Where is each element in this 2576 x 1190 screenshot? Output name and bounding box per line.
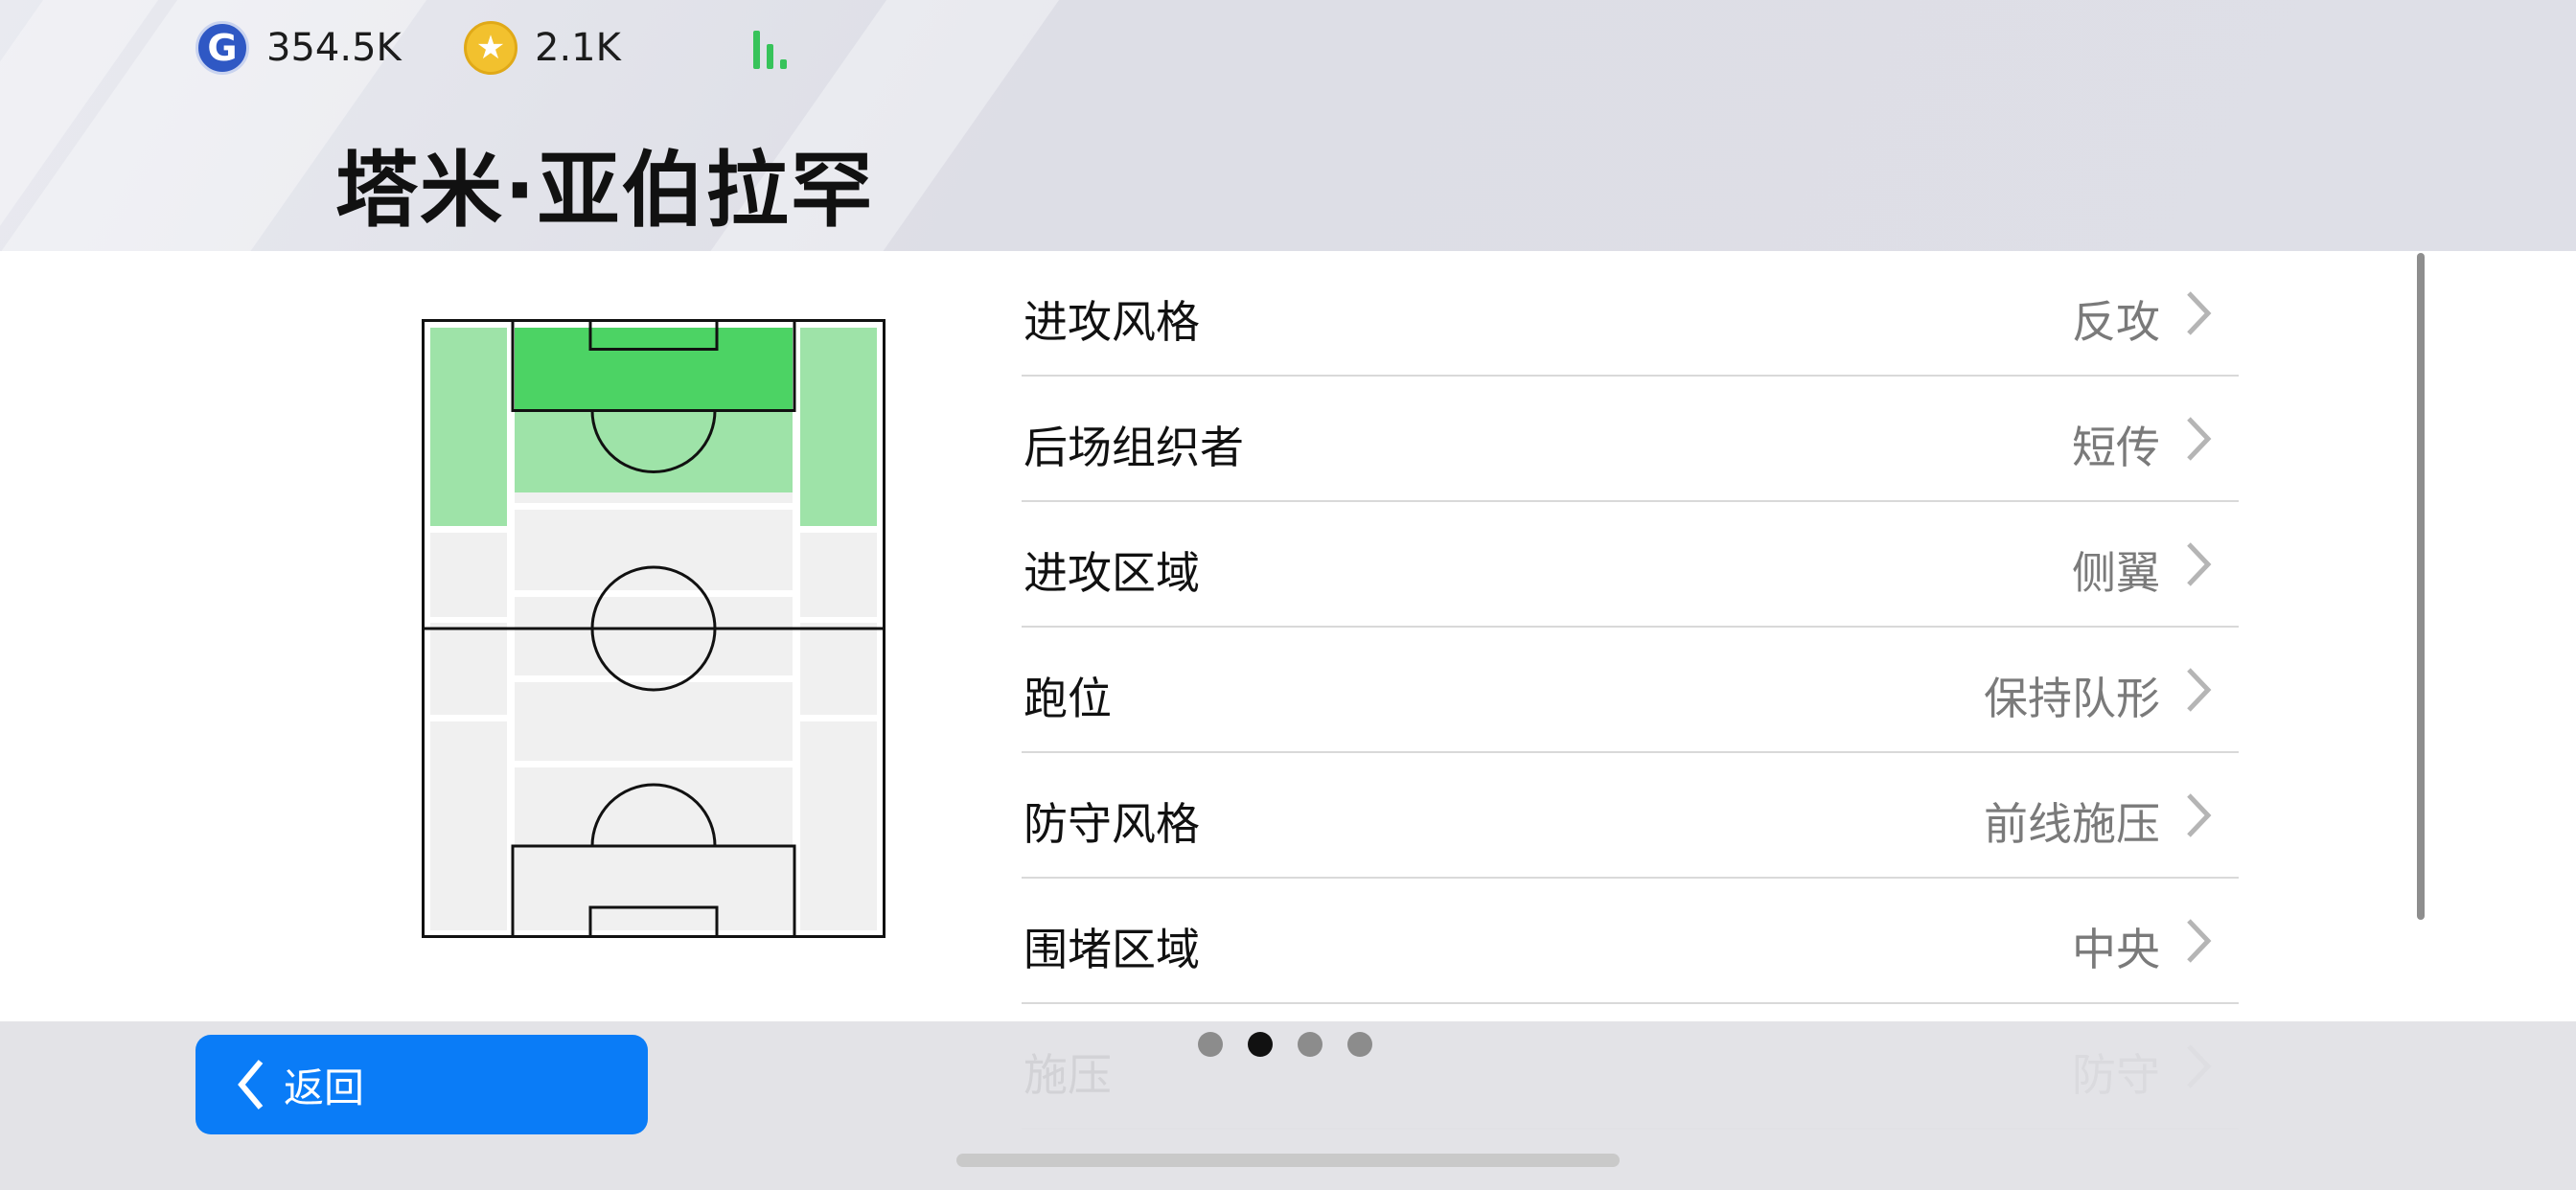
coin-currency: ★ 2.1K [464, 21, 621, 75]
setting-row-attacking-area[interactable]: 进攻区域 侧翼 [1022, 502, 2239, 628]
setting-value: 保持队形 [1984, 673, 2160, 724]
header-bar: G 354.5K ★ 2.1K 塔米·亚伯拉罕 [0, 0, 2576, 251]
pitch-zone-map [422, 319, 886, 938]
back-button[interactable]: 返回 [196, 1035, 648, 1134]
gp-amount: 354.5K [266, 26, 402, 70]
page-dot[interactable] [1198, 1032, 1223, 1057]
home-indicator[interactable] [956, 1154, 1620, 1167]
setting-value: 侧翼 [2072, 547, 2160, 599]
gp-currency: G 354.5K [196, 21, 402, 75]
setting-label: 进攻区域 [1024, 547, 1200, 599]
setting-label: 进攻风格 [1024, 296, 1200, 348]
setting-label: 跑位 [1024, 673, 1112, 724]
setting-label: 后场组织者 [1024, 422, 1244, 473]
page-indicator [1198, 1032, 1372, 1057]
setting-value: 反攻 [2072, 296, 2160, 348]
page-dot-active[interactable] [1248, 1032, 1273, 1057]
signal-bars-icon [753, 27, 799, 69]
player-name-title: 塔米·亚伯拉罕 [335, 143, 875, 239]
page-dot[interactable] [1298, 1032, 1322, 1057]
chevron-right-icon [2187, 668, 2212, 712]
setting-row-defensive-style[interactable]: 防守风格 前线施压 [1022, 753, 2239, 879]
setting-value: 前线施压 [1984, 798, 2160, 850]
list-scrollbar[interactable] [2417, 253, 2425, 920]
setting-label: 围堵区域 [1024, 924, 1200, 975]
chevron-right-icon [2187, 542, 2212, 586]
chevron-right-icon [2187, 793, 2212, 837]
setting-value: 中央 [2072, 924, 2160, 975]
setting-value: 短传 [2072, 422, 2160, 473]
g-coin-icon: G [196, 21, 249, 75]
setting-row-build-up[interactable]: 后场组织者 短传 [1022, 377, 2239, 502]
setting-label: 防守风格 [1024, 798, 1200, 850]
setting-row-attacking-style[interactable]: 进攻风格 反攻 [1022, 251, 2239, 377]
coin-amount: 2.1K [535, 26, 621, 70]
setting-row-containment-area[interactable]: 围堵区域 中央 [1022, 879, 2239, 1004]
chevron-left-icon [238, 1060, 264, 1110]
star-coin-icon: ★ [464, 21, 518, 75]
chevron-right-icon [2187, 291, 2212, 335]
page-dot[interactable] [1347, 1032, 1372, 1057]
chevron-right-icon [2187, 417, 2212, 461]
setting-row-positioning[interactable]: 跑位 保持队形 [1022, 628, 2239, 753]
chevron-right-icon [2187, 919, 2212, 963]
back-button-label: 返回 [284, 1064, 365, 1111]
settings-list: 进攻风格 反攻 后场组织者 短传 进攻区域 侧翼 跑位 保持队形 防守风格 前线… [1022, 251, 2239, 1130]
